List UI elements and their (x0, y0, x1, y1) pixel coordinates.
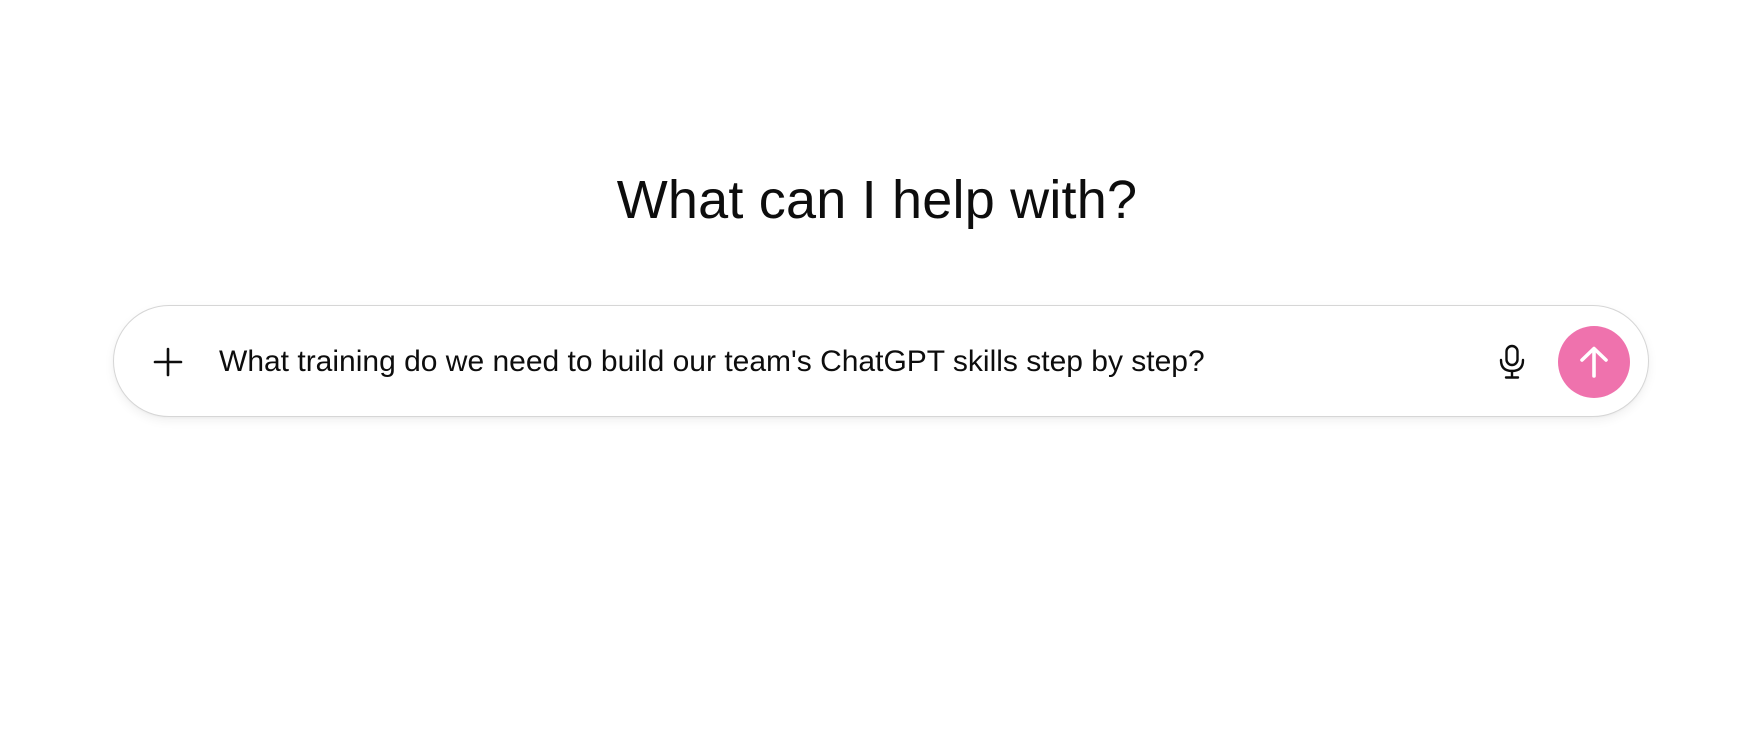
add-attachment-button[interactable] (147, 341, 189, 383)
page: What can I help with? What training do w… (0, 0, 1754, 752)
voice-input-button[interactable] (1490, 340, 1534, 384)
arrow-up-icon (1580, 346, 1608, 378)
page-heading: What can I help with? (616, 170, 1138, 230)
microphone-icon (1499, 344, 1525, 379)
plus-icon (153, 347, 183, 377)
prompt-composer: What training do we need to build our te… (113, 305, 1649, 417)
send-button[interactable] (1558, 326, 1630, 398)
prompt-input[interactable]: What training do we need to build our te… (219, 337, 1449, 387)
